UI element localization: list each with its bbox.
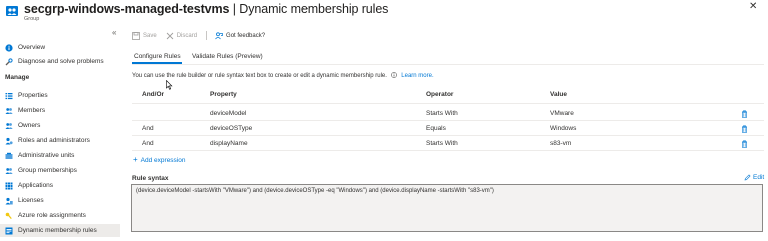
tab-divider (132, 64, 764, 65)
info-message: You can use the rule builder or rule syn… (132, 72, 434, 79)
delete-row1-trash-icon[interactable] (741, 110, 748, 118)
row2-value[interactable]: Windows (550, 125, 576, 132)
properties-icon (5, 92, 13, 99)
discard-icon (166, 32, 174, 39)
plus-icon: + (133, 155, 138, 164)
row2-operator[interactable]: Equals (426, 125, 446, 132)
sidebar-item-label: Group memberships (18, 167, 77, 174)
mouse-cursor-icon (166, 80, 173, 90)
column-header-operator: Operator (426, 91, 454, 98)
sidebar-item-label: Diagnose and solve problems (18, 58, 104, 65)
row1-property[interactable]: deviceModel (210, 110, 247, 117)
rule-syntax-label: Rule syntax (132, 175, 169, 182)
tab-configure-rules[interactable]: Configure Rules (134, 53, 181, 60)
sidebar-item-label: Azure role assignments (18, 212, 86, 219)
sidebar: « Overview Diagnose and solve problems M… (0, 28, 124, 241)
sidebar-item-label: Properties (18, 92, 48, 99)
collapse-sidebar-button[interactable]: « (112, 28, 116, 37)
tab-validate-rules[interactable]: Validate Rules (Preview) (192, 53, 263, 60)
row-divider (132, 120, 764, 121)
sidebar-item-properties[interactable]: Properties (0, 89, 120, 102)
row2-andor[interactable]: And (142, 125, 154, 132)
more-options-button[interactable]: ··· (298, 3, 310, 13)
row1-value[interactable]: VMware (550, 110, 574, 117)
row1-operator[interactable]: Starts With (426, 110, 458, 117)
info-icon (390, 72, 397, 78)
edit-rule-syntax-button[interactable]: Edit (744, 174, 764, 181)
column-header-property: Property (210, 91, 237, 98)
close-button[interactable]: ✕ (749, 1, 757, 12)
row3-value[interactable]: s83-vm (550, 140, 571, 147)
sidebar-item-label: Overview (18, 44, 46, 51)
row3-property[interactable]: displayName (210, 140, 248, 147)
row-divider (132, 150, 764, 151)
row-divider (132, 135, 764, 136)
dynamic-rules-icon (5, 227, 13, 234)
applications-icon (5, 182, 13, 189)
owners-icon (5, 122, 13, 129)
save-icon (132, 31, 140, 40)
page-title: secgrp-windows-managed-testvms | Dynamic… (24, 2, 388, 16)
rule-syntax-textbox[interactable]: (device.deviceModel -startsWith "VMware"… (131, 184, 763, 232)
sidebar-item-diagnose[interactable]: Diagnose and solve problems (0, 55, 120, 68)
delete-row3-trash-icon[interactable] (741, 140, 748, 148)
discard-button[interactable]: Discard (166, 32, 197, 40)
sidebar-item-licenses[interactable]: Licenses (0, 194, 120, 207)
add-expression-label: Add expression (140, 156, 186, 164)
info-text: You can use the rule builder or rule syn… (132, 73, 387, 79)
wrench-icon (5, 57, 13, 65)
members-icon (5, 107, 13, 114)
sidebar-item-overview[interactable]: Overview (0, 41, 120, 54)
sidebar-item-group-memberships[interactable]: Group memberships (0, 164, 120, 177)
sidebar-item-label: Licenses (18, 197, 44, 204)
edit-label: Edit (753, 174, 765, 181)
sidebar-item-label: Administrative units (18, 152, 75, 159)
blade-header: secgrp-windows-managed-testvms | Dynamic… (0, 0, 768, 25)
toolbar-divider (206, 31, 208, 40)
pencil-icon (744, 174, 751, 181)
discard-label: Discard (176, 32, 198, 39)
sidebar-item-label: Roles and administrators (18, 137, 90, 144)
row3-operator[interactable]: Starts With (426, 140, 458, 147)
group-memberships-icon (5, 167, 13, 174)
command-bar: Save Discard Got feedback? (132, 30, 274, 41)
sidebar-item-label: Applications (18, 182, 54, 189)
header-divider (132, 103, 764, 104)
add-expression-button[interactable]: + Add expression (133, 156, 185, 164)
admin-units-icon (5, 152, 13, 159)
sidebar-item-applications[interactable]: Applications (0, 179, 120, 192)
sidebar-item-roles[interactable]: Roles and administrators (0, 134, 120, 147)
column-header-value: Value (550, 91, 567, 98)
feedback-button[interactable]: Got feedback? (215, 31, 266, 40)
sidebar-item-label: Owners (18, 122, 41, 129)
feedback-label: Got feedback? (226, 32, 266, 39)
info-circle-icon (5, 43, 13, 52)
sidebar-item-label: Members (18, 107, 46, 114)
sidebar-item-admin-units[interactable]: Administrative units (0, 149, 120, 162)
sidebar-item-label: Dynamic membership rules (18, 227, 97, 234)
sidebar-item-azure-role-assignments[interactable]: Azure role assignments (0, 209, 120, 222)
feedback-icon (215, 31, 223, 39)
group-icon (6, 6, 18, 16)
licenses-icon (5, 197, 13, 204)
save-label: Save (143, 32, 157, 39)
save-button[interactable]: Save (132, 31, 157, 40)
roles-icon (5, 137, 13, 144)
column-header-andor: And/Or (142, 91, 165, 98)
row3-andor[interactable]: And (142, 140, 154, 147)
row2-property[interactable]: deviceOSType (210, 125, 252, 132)
learn-more-link[interactable]: Learn more. (401, 73, 433, 79)
resource-type-label: Group (24, 16, 40, 22)
sidebar-section-manage: Manage (5, 74, 30, 81)
group-name: secgrp-windows-managed-testvms (24, 2, 230, 16)
sidebar-item-dynamic-membership-rules[interactable]: Dynamic membership rules (0, 224, 120, 237)
key-icon (5, 212, 12, 219)
delete-row2-trash-icon[interactable] (741, 125, 748, 133)
sidebar-item-members[interactable]: Members (0, 104, 120, 117)
sidebar-item-owners[interactable]: Owners (0, 119, 120, 132)
